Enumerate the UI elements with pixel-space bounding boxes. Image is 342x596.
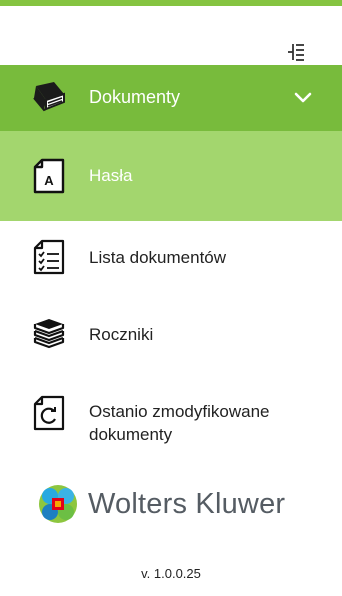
sidebar-item-label: Lista dokumentów xyxy=(89,248,227,267)
sidebar-item-roczniki[interactable]: Roczniki xyxy=(0,295,342,373)
top-accent-strip xyxy=(0,0,342,6)
brand-logo: Wolters Kluwer xyxy=(38,482,318,526)
document-a-icon: A xyxy=(33,158,65,194)
sidebar-item-label: Hasła xyxy=(89,166,133,185)
refresh-document-icon xyxy=(33,395,65,431)
book-icon xyxy=(33,82,65,112)
sidebar-item-label: Ostanio zmodyfikowane dokumenty xyxy=(89,402,270,444)
collapse-menu-button[interactable] xyxy=(284,40,308,64)
chevron-down-icon xyxy=(294,92,312,103)
svg-text:A: A xyxy=(44,173,54,188)
section-dokumenty[interactable]: Dokumenty xyxy=(0,65,342,131)
sidebar-item-hasla[interactable]: A Hasła xyxy=(0,131,342,221)
version-label: v. 1.0.0.25 xyxy=(141,566,201,581)
sidebar-item-label: Roczniki xyxy=(89,325,154,344)
checklist-document-icon xyxy=(33,239,65,275)
books-stack-icon xyxy=(33,319,65,349)
sidebar-item-lista-dokumentow[interactable]: Lista dokumentów xyxy=(0,221,342,295)
sidebar-item-ostanio-zmodyfikowane[interactable]: Ostanio zmodyfikowane dokumenty xyxy=(0,373,342,465)
wolters-kluwer-logo-icon xyxy=(39,485,77,523)
section-label: Dokumenty xyxy=(89,87,181,107)
brand-name: Wolters Kluwer xyxy=(88,488,286,520)
collapse-tree-icon xyxy=(288,44,304,61)
